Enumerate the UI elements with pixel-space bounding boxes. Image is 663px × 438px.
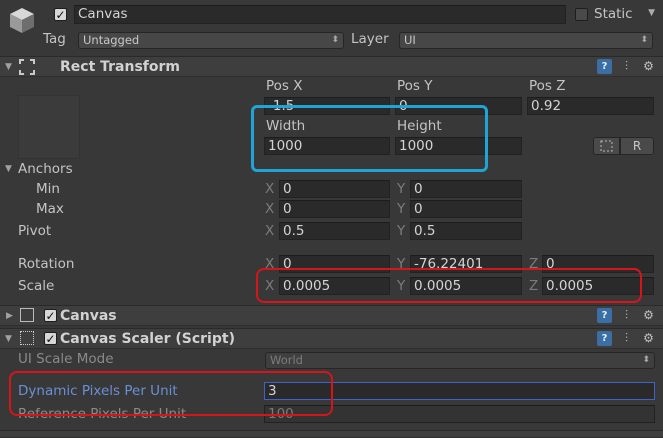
pos-z-label: Pos Z [529, 78, 566, 94]
foldout-expanded-icon[interactable]: ▼ [5, 58, 12, 76]
axis-x-label: X [265, 201, 275, 217]
pos-y-label: Pos Y [397, 78, 433, 94]
ui-scale-mode-label: UI Scale Mode [18, 351, 114, 367]
anchor-max-x-field[interactable]: 0 [279, 200, 390, 218]
rotation-label: Rotation [18, 256, 75, 272]
chevron-down-icon: ▼ [648, 8, 655, 18]
pos-z-field[interactable]: 0.92 [527, 97, 654, 115]
axis-x-label: X [265, 181, 275, 197]
scale-highlight [256, 268, 642, 303]
active-checkbox[interactable]: ✓ [54, 8, 67, 21]
layer-dropdown[interactable]: UI ⬍ [399, 32, 653, 49]
scale-label: Scale [18, 278, 55, 294]
width-height-highlight [251, 105, 488, 172]
raw-edit-button[interactable]: R [620, 137, 654, 155]
static-checkbox[interactable] [575, 8, 588, 21]
pos-x-label: Pos X [266, 78, 303, 94]
canvas-enabled-checkbox[interactable]: ✓ [44, 309, 57, 322]
foldout-collapsed-icon[interactable]: ▶ [6, 307, 13, 325]
preset-sliders-icon[interactable]: ⫶ [619, 59, 634, 74]
rect-transform-icon [18, 58, 36, 76]
canvas-scaler-title: Canvas Scaler (Script) [60, 331, 235, 347]
layer-label: Layer [351, 31, 389, 47]
pivot-label: Pivot [18, 223, 52, 239]
pivot-y-field[interactable]: 0.5 [410, 222, 522, 240]
foldout-expanded-icon[interactable]: ▼ [5, 330, 12, 348]
canvas-component-title: Canvas [60, 308, 117, 324]
anchor-presets-button[interactable] [18, 95, 80, 159]
canvas-scaler-enabled-checkbox[interactable]: ✓ [44, 332, 57, 345]
gear-icon[interactable]: ⚙ [641, 59, 656, 74]
axis-y-label: Y [397, 201, 406, 217]
pivot-x-field[interactable]: 0.5 [279, 222, 390, 240]
static-label: Static [594, 6, 633, 22]
chevron-updown-icon: ⬍ [640, 35, 648, 45]
gear-icon[interactable]: ⚙ [641, 308, 656, 323]
layer-value: UI [404, 33, 416, 47]
anchor-min-y-field[interactable]: 0 [410, 180, 522, 198]
anchor-max-label: Max [36, 201, 64, 217]
object-name-field[interactable]: Canvas [74, 5, 566, 24]
dynamic-pixels-highlight [9, 371, 333, 416]
axis-x-label: X [265, 223, 275, 239]
next-component-header[interactable] [0, 430, 663, 438]
gameobject-icon [8, 6, 36, 34]
gear-icon[interactable]: ⚙ [641, 331, 656, 346]
rect-transform-title: Rect Transform [60, 59, 181, 75]
preset-sliders-icon[interactable]: ⫶ [619, 331, 634, 346]
preset-sliders-icon[interactable]: ⫶ [619, 308, 634, 323]
anchors-label: Anchors [18, 161, 73, 177]
axis-y-label: Y [397, 223, 406, 239]
ui-scale-mode-value: World [270, 353, 303, 367]
axis-y-label: Y [397, 181, 406, 197]
chevron-updown-icon: ⬍ [642, 355, 650, 365]
tag-dropdown[interactable]: Untagged ⬍ [78, 32, 344, 49]
anchors-foldout-icon[interactable]: ▼ [5, 160, 12, 178]
anchor-min-label: Min [36, 181, 60, 197]
blueprint-mode-button[interactable] [593, 137, 620, 155]
help-icon[interactable]: ? [597, 59, 612, 74]
ui-scale-mode-dropdown[interactable]: World ⬍ [265, 352, 655, 369]
anchor-min-x-field[interactable]: 0 [279, 180, 390, 198]
tag-label: Tag [43, 31, 66, 47]
help-icon[interactable]: ? [597, 308, 612, 323]
tag-value: Untagged [83, 33, 140, 47]
canvas-scaler-icon [20, 331, 34, 345]
static-dropdown-arrow[interactable]: ▼ [645, 6, 659, 23]
canvas-component-icon [20, 308, 34, 322]
help-icon[interactable]: ? [597, 331, 612, 346]
chevron-updown-icon: ⬍ [331, 35, 339, 45]
anchor-max-y-field[interactable]: 0 [410, 200, 522, 218]
